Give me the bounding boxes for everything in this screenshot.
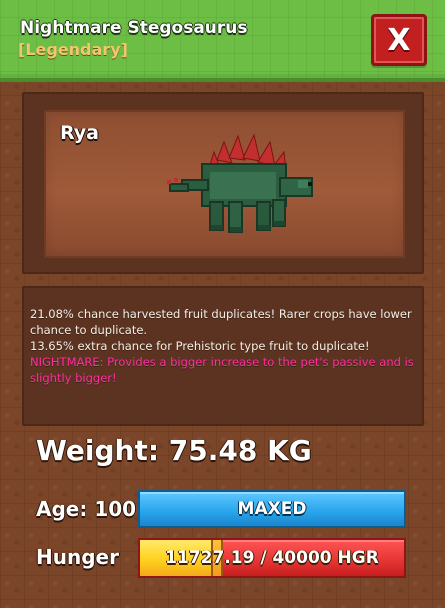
description-text: 21.08% chance harvested fruit duplicates…	[30, 306, 416, 386]
stegosaurus-icon	[167, 133, 313, 233]
pet-info-panel: Nightmare Stegosaurus [Legendary] X Rya	[0, 0, 445, 608]
close-button[interactable]: X	[371, 14, 427, 66]
pet-rarity: [Legendary]	[18, 40, 128, 59]
pet-variant-label: Rya	[60, 122, 99, 144]
age-label: Age: 100	[36, 497, 137, 521]
description-line-3: NIGHTMARE: Provides a bigger increase to…	[30, 355, 414, 385]
hunger-value: 11727.19 / 40000 HGR	[165, 548, 379, 568]
age-status: MAXED	[237, 499, 307, 519]
description-line-2: 13.65% extra chance for Prehistoric type…	[30, 339, 370, 353]
pet-name: Nightmare Stegosaurus	[20, 18, 248, 38]
hunger-progress-bar: 11727.19 / 40000 HGR	[138, 538, 406, 578]
description-line-1: 21.08% chance harvested fruit duplicates…	[30, 307, 412, 337]
weight-text: Weight: 75.48 KG	[36, 434, 312, 467]
hunger-label: Hunger	[36, 545, 119, 569]
pet-display-frame: Rya	[22, 92, 424, 274]
age-progress-bar: MAXED	[138, 490, 406, 528]
header-bar: Nightmare Stegosaurus [Legendary] X	[0, 0, 445, 82]
close-icon: X	[387, 22, 411, 58]
description-box: 21.08% chance harvested fruit duplicates…	[22, 286, 424, 426]
